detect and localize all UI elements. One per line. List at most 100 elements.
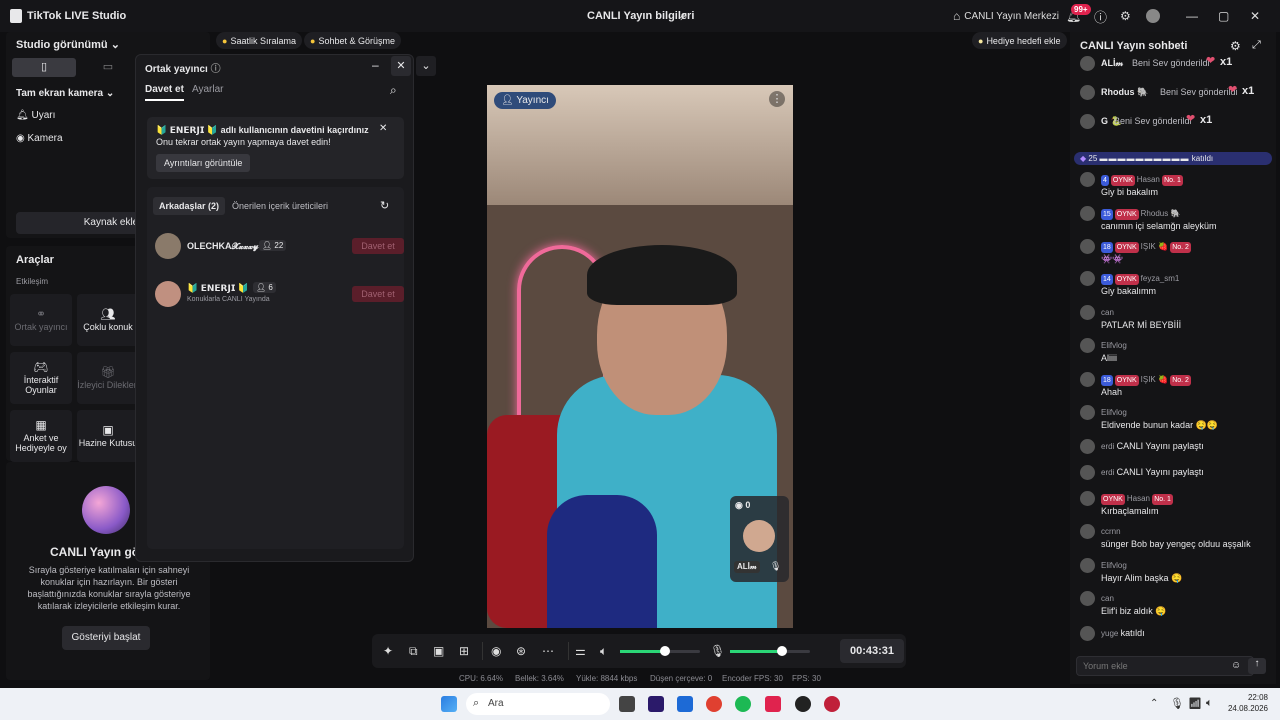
chevron-down-icon[interactable]: ⌄ <box>416 56 436 76</box>
obs-icon[interactable] <box>795 696 811 712</box>
more-icon[interactable]: ⋮ <box>769 91 785 107</box>
popout-icon[interactable]: ⤢ <box>1252 39 1261 52</box>
avatar <box>1080 56 1095 71</box>
chat-username: erdi <box>1101 442 1115 451</box>
tool-interactive-games[interactable]: 🎮︎ İnteraktif Oyunlar <box>10 352 72 404</box>
tiktok-icon[interactable] <box>765 696 781 712</box>
minimize-icon[interactable]: — <box>1186 6 1198 26</box>
record-icon[interactable]: ◉ <box>491 644 501 658</box>
avatar[interactable] <box>1146 9 1160 23</box>
chat-username: can <box>1101 308 1114 317</box>
chat-message: can PATLAR Mİ BEYBİİİ <box>1080 305 1270 333</box>
studio-view-dropdown[interactable]: Studio görünümü ⌄ <box>16 38 120 51</box>
taskbar-search[interactable]: Ara <box>466 693 610 715</box>
gift-multiplier: x1 <box>1200 114 1213 126</box>
settings-sliders-icon[interactable]: ⚌ <box>575 644 586 658</box>
comment-input[interactable]: Yorum ekle <box>1076 656 1254 676</box>
gem-icon: ◆ <box>1080 154 1087 163</box>
chat-username: feyza_sm1 <box>1140 274 1180 283</box>
after-effects-icon[interactable] <box>648 696 664 712</box>
landscape-view-button[interactable]: ▭ <box>80 58 136 77</box>
show-description: Sırayla gösteriye katılmaları için sahne… <box>27 565 191 611</box>
level-badge: 18 <box>1101 242 1113 253</box>
windows-start-icon[interactable] <box>441 696 457 712</box>
chat-text: Kırbaçlamalım <box>1101 506 1159 516</box>
guest-card[interactable]: ◉ 0 ALİ𝓂 🎙︎ <box>730 496 789 582</box>
chrome-icon[interactable] <box>706 696 722 712</box>
tiktok-logo-icon <box>10 9 22 23</box>
close-icon[interactable]: ✕ <box>379 123 387 134</box>
tools-title: Araçlar <box>16 254 54 266</box>
file-icon[interactable] <box>619 696 635 712</box>
minimize-icon[interactable]: – <box>372 58 379 72</box>
emoji-icon[interactable]: ☺ <box>1231 660 1241 671</box>
send-button[interactable]: ↑ <box>1248 658 1266 674</box>
cloud-icon[interactable] <box>677 696 693 712</box>
source-camera[interactable]: ◉ Kamera <box>16 133 63 144</box>
fullscreen-camera-dropdown[interactable]: Tam ekran kamera ⌄ <box>16 88 114 99</box>
close-icon[interactable]: ✕ <box>391 56 411 76</box>
wifi-icon[interactable]: 📶︎ <box>1188 697 1202 710</box>
mic-icon[interactable]: 🎙︎ <box>770 561 781 572</box>
refresh-icon[interactable]: ↻ <box>380 199 389 212</box>
hourly-ranking-pill[interactable]: ● Saatlik Sıralama <box>216 32 302 49</box>
live-center-button[interactable]: ⌂ CANLI Yayın Merkezi <box>953 6 1059 26</box>
modal-title: Ortak yayıncı ⓘ <box>145 64 221 75</box>
tool-poll[interactable]: ▦ Anket ve Hediyeyle oy <box>10 410 72 462</box>
speaker-icon[interactable]: 🔈︎ <box>600 644 607 659</box>
chevron-up-icon[interactable]: ⌃ <box>1150 698 1158 709</box>
share-icon[interactable]: ⇗ <box>678 6 688 26</box>
clip-icon[interactable]: ⊛ <box>516 644 526 658</box>
user-icon: 👤︎ <box>501 95 514 106</box>
start-show-button[interactable]: Gösteriyi başlat <box>62 626 150 650</box>
live-preview[interactable]: 👤︎ Yayıncı ⋮ ◉ 0 ALİ𝓂 🎙︎ <box>487 85 793 628</box>
magic-wand-icon[interactable]: ✦ <box>383 644 393 658</box>
missed-invite-notice: 🔰 𝗘𝗡𝗘𝗥𝗝𝗜 🔰 adlı kullanıcının davetini ka… <box>147 117 404 179</box>
gear-icon[interactable]: ⚙ <box>1230 39 1241 53</box>
invite-button[interactable]: Davet et <box>352 238 404 254</box>
tab-friends[interactable]: Arkadaşlar (2) <box>153 197 226 215</box>
search-icon[interactable]: ⌕ <box>390 83 397 98</box>
chevron-down-icon: ⌄ <box>110 39 120 51</box>
heart-gift-icon: ❤ <box>1186 113 1196 125</box>
media-player-icon[interactable] <box>824 696 840 712</box>
tool-multi-guest[interactable]: 👥︎ Çoklu konuk <box>77 294 139 346</box>
effects-icon[interactable]: ⧉ <box>409 644 418 659</box>
mic-volume-slider[interactable] <box>730 646 810 656</box>
rank-badge: No. 2 <box>1170 242 1191 253</box>
spotify-icon[interactable] <box>735 696 751 712</box>
user-icon: 👤︎ <box>262 241 273 250</box>
chat-message: 18 OYNK IŞIK 🍓 No. 2 👾👾 <box>1080 239 1270 267</box>
help-icon[interactable]: ⓘ <box>1094 6 1107 26</box>
clock[interactable]: 22:08 24.08.2026 <box>1222 692 1268 714</box>
speaker-icon[interactable]: 🔈︎ <box>1206 697 1213 710</box>
rank-badge: No. 1 <box>1152 494 1173 505</box>
mic-icon[interactable]: 🎙︎ <box>710 644 725 658</box>
more-icon[interactable]: ⋯ <box>542 644 554 658</box>
invite-button[interactable]: Davet et <box>352 286 404 302</box>
tool-co-host[interactable]: ⚭ Ortak yayıncı <box>10 294 72 346</box>
speaker-volume-slider[interactable] <box>620 646 700 656</box>
chat-message: Elifvlog Eldivende bunun kadar 🤤🤤 <box>1080 405 1270 433</box>
user-icon: 👤︎ <box>256 283 267 292</box>
source-alert[interactable]: 🔔︎ Uyarı <box>16 110 55 121</box>
gift-goal-pill[interactable]: ● Hediye hedefi ekle <box>972 32 1067 49</box>
gear-icon[interactable]: ⚙ <box>1120 6 1131 26</box>
view-details-button[interactable]: Ayrıntıları görüntüle <box>156 154 251 172</box>
tab-suggested[interactable]: Önerilen içerik üreticileri <box>232 201 328 211</box>
avatar <box>1080 114 1095 129</box>
portrait-view-button[interactable]: ▯ <box>12 58 76 77</box>
mic-icon[interactable]: 🎙︎ <box>1170 697 1184 710</box>
tab-settings[interactable]: Ayarlar <box>192 84 224 95</box>
tool-viewer-wishes[interactable]: 🎁︎ İzleyici Dilekleri <box>77 352 139 404</box>
tab-invite[interactable]: Davet et <box>145 84 184 101</box>
fan-badge: OYNK <box>1110 175 1135 186</box>
tool-treasure-box[interactable]: ▣ Hazine Kutusu <box>77 410 139 462</box>
close-icon[interactable]: ✕ <box>1250 6 1260 26</box>
maximize-icon[interactable]: ▢ <box>1218 6 1229 26</box>
chat-call-pill[interactable]: ● Sohbet & Görüşme <box>304 32 401 49</box>
join-banner: ◆ 25 ▬▬▬▬▬▬▬▬▬▬ katıldı <box>1074 152 1272 165</box>
co-host-modal: Ortak yayıncı ⓘ – ✕ Davet et Ayarlar ⌕ 🔰… <box>135 54 414 562</box>
screenshot-icon[interactable]: ▣ <box>433 644 444 658</box>
add-scene-icon[interactable]: ⊞ <box>459 644 469 658</box>
